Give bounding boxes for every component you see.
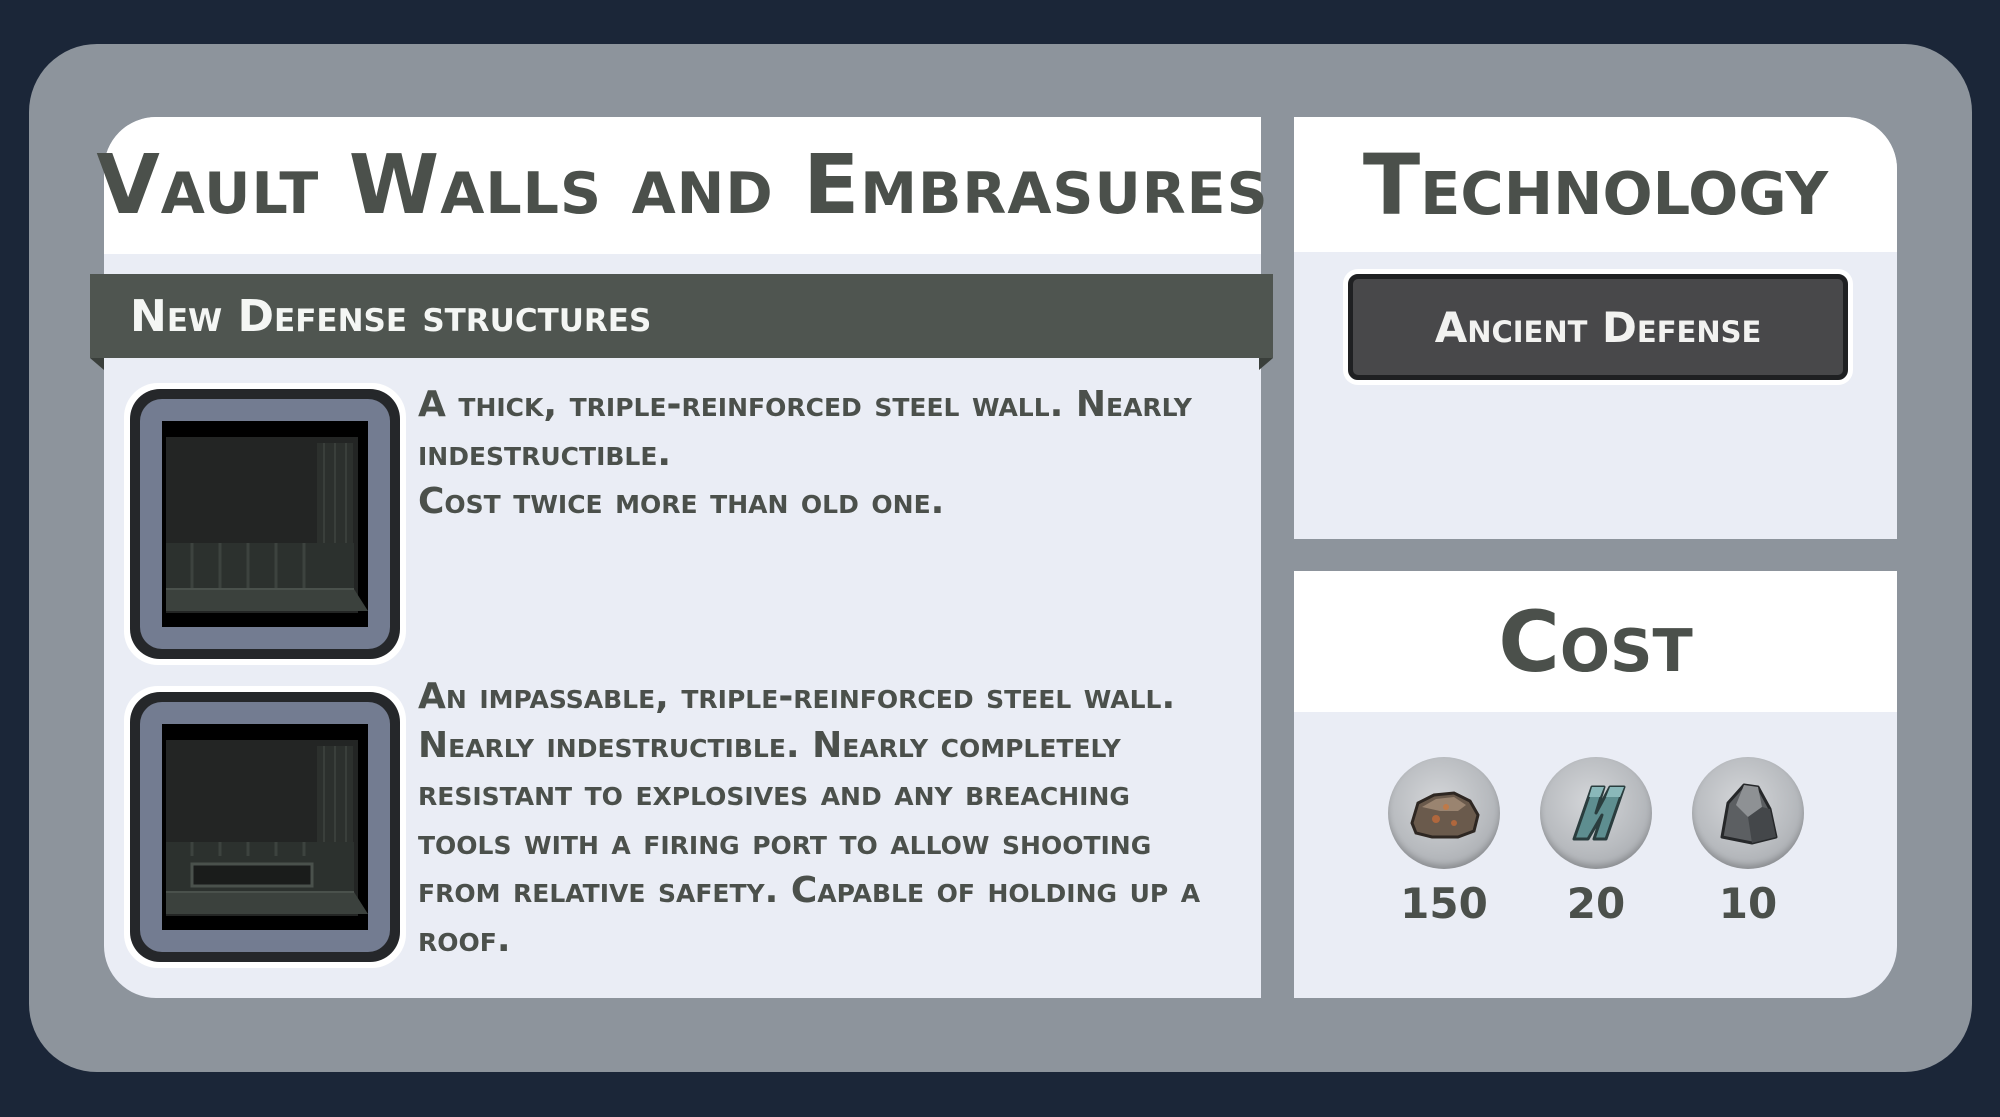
cost-amount: 10 xyxy=(1718,879,1778,928)
ore-rock-icon xyxy=(1388,757,1500,869)
research-title-bar: Vault Walls and Embrasures xyxy=(96,117,1269,254)
cost-resource: 150 xyxy=(1369,757,1519,928)
metal-bar-icon xyxy=(1540,757,1652,869)
technology-prerequisite-button[interactable]: Ancient Defense xyxy=(1348,274,1848,380)
cost-title-bar: Cost xyxy=(1294,571,1897,712)
section-banner: New Defense structures xyxy=(90,274,1273,370)
stone-icon xyxy=(1692,757,1804,869)
structure-description: A thick, triple-reinforced steel wall. N… xyxy=(418,384,1192,522)
cost-title: Cost xyxy=(1498,592,1693,691)
cost-amount: 150 xyxy=(1400,879,1488,928)
technology-title: Technology xyxy=(1362,135,1829,234)
research-title: Vault Walls and Embrasures xyxy=(96,138,1269,233)
vault-embrasure-icon xyxy=(162,724,368,930)
technology-title-bar: Technology xyxy=(1294,117,1897,252)
structure-thumbnail[interactable] xyxy=(124,383,406,665)
section-title: New Defense structures xyxy=(130,290,652,342)
vault-wall-icon xyxy=(162,421,368,627)
structure-thumbnail[interactable] xyxy=(124,686,406,968)
cost-resource: 10 xyxy=(1673,757,1823,928)
cost-amount: 20 xyxy=(1566,879,1626,928)
structure-description: An impassable, triple-reinforced steel w… xyxy=(418,676,1201,960)
technology-panel: Technology Ancient Defense xyxy=(1294,117,1897,539)
cost-resource: 20 xyxy=(1521,757,1671,928)
cost-panel: Cost 150 20 10 xyxy=(1294,571,1897,998)
